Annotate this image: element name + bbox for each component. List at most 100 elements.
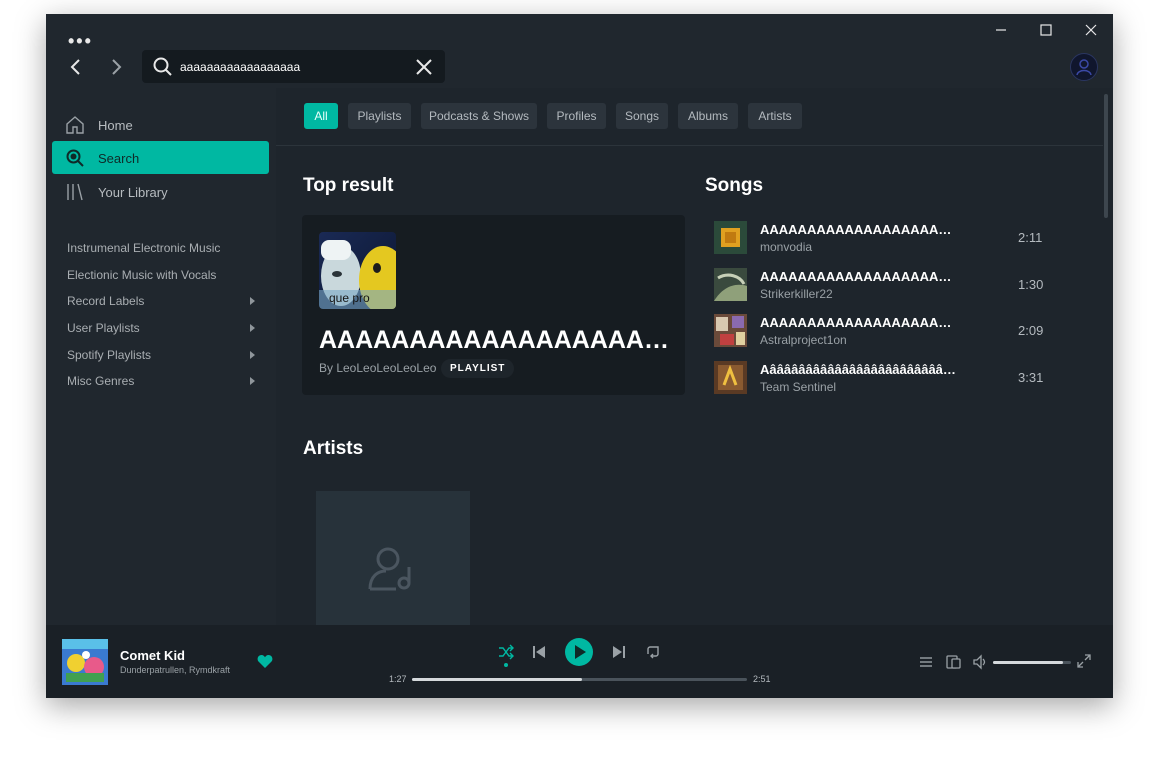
- minimize-icon[interactable]: [987, 20, 1015, 40]
- search-icon: [153, 57, 172, 76]
- search-input[interactable]: [180, 58, 400, 75]
- back-arrow-icon[interactable]: [66, 56, 86, 78]
- artist-card[interactable]: [316, 491, 470, 625]
- close-window-icon[interactable]: [1077, 20, 1105, 40]
- filter-chip-podcasts[interactable]: Podcasts & Shows: [421, 103, 537, 129]
- clear-search-icon[interactable]: [415, 58, 433, 76]
- sidebar: Home Search Your Library Instrumenal Ele…: [46, 88, 276, 625]
- top-result-heading: Top result: [303, 175, 394, 196]
- song-title[interactable]: Aâââââââââââââââââââââââââââââ: [760, 362, 956, 377]
- elapsed-time: 1:27: [389, 674, 407, 684]
- song-artist[interactable]: Astralproject1on: [760, 333, 847, 347]
- now-playing-cover: [62, 639, 108, 685]
- previous-track-icon[interactable]: [532, 645, 546, 659]
- sidebar-folder-item[interactable]: Misc Genres: [67, 371, 263, 391]
- fullscreen-icon[interactable]: [1077, 654, 1091, 668]
- sidebar-item-library[interactable]: Your Library: [52, 175, 269, 208]
- progress-bar[interactable]: [412, 678, 747, 681]
- song-row[interactable]: Aâââââââââââââââââââââââââââââ Team Sent…: [714, 361, 1054, 401]
- filter-chip-albums[interactable]: Albums: [678, 103, 738, 129]
- filter-chip-profiles[interactable]: Profiles: [547, 103, 606, 129]
- song-duration: 3:31: [1018, 370, 1044, 385]
- forward-arrow-icon[interactable]: [106, 56, 126, 78]
- queue-icon[interactable]: [919, 655, 933, 669]
- home-icon: [66, 116, 84, 134]
- folder-expand-icon[interactable]: [250, 297, 255, 305]
- sidebar-item-search[interactable]: Search: [52, 141, 269, 174]
- sidebar-playlist-label: Electionic Music with Vocals: [67, 268, 217, 282]
- folder-expand-icon[interactable]: [250, 377, 255, 385]
- progress-fill: [412, 678, 583, 681]
- shuffle-active-indicator: [504, 663, 508, 667]
- song-cover: [714, 314, 747, 347]
- song-title[interactable]: AAAAAAAAAAAAAAAAAAAAAAAAAAAAAA: [760, 222, 956, 237]
- main-content: All Playlists Podcasts & Shows Profiles …: [276, 88, 1113, 625]
- artist-placeholder-icon: [368, 547, 411, 591]
- scrollbar[interactable]: [1104, 94, 1108, 218]
- now-playing-bar: Comet Kid Dunderpatrullen, Rymdkraft 1:2…: [46, 625, 1113, 698]
- total-time: 2:51: [753, 674, 771, 684]
- volume-icon[interactable]: [972, 654, 988, 670]
- title-bar: •••: [46, 14, 1113, 88]
- song-cover: [714, 268, 747, 301]
- song-row[interactable]: AAAAAAAAAAAAAAAAAAAAAAAAAAAAAA Strikerki…: [714, 268, 1054, 308]
- app-window: ••• aaaaaaaaaaaaaaaaaa Home Search Your …: [46, 14, 1113, 698]
- play-button[interactable]: [565, 638, 593, 666]
- search-bar: [142, 50, 445, 83]
- now-playing-artist[interactable]: Dunderpatrullen, Rymdkraft: [120, 665, 230, 675]
- folder-expand-icon[interactable]: [250, 351, 255, 359]
- sidebar-playlist-label: Instrumenal Electronic Music: [67, 241, 221, 255]
- song-title[interactable]: AAAAAAAAAAAAAAAAAAAAAAAAAAAAAA: [760, 269, 956, 284]
- sidebar-folder-label: Spotify Playlists: [67, 348, 152, 362]
- top-result-type-badge: PLAYLIST: [441, 359, 515, 378]
- sidebar-item-label: Search: [98, 151, 140, 166]
- devices-icon[interactable]: [946, 654, 962, 670]
- top-result-card[interactable]: que pro AAAAAAAAAAAAAAAAAAAAAAAAAAAAAAA …: [302, 215, 685, 395]
- sidebar-folder-label: User Playlists: [67, 321, 140, 335]
- volume-slider[interactable]: [993, 661, 1071, 664]
- user-icon: [1076, 59, 1092, 76]
- song-artist[interactable]: Team Sentinel: [760, 380, 836, 394]
- playlist-cover: que pro: [319, 232, 396, 309]
- filter-chip-songs[interactable]: Songs: [616, 103, 668, 129]
- divider: [276, 145, 1103, 146]
- folder-expand-icon[interactable]: [250, 324, 255, 332]
- now-playing-title[interactable]: Comet Kid: [120, 648, 185, 663]
- song-artist[interactable]: monvodia: [760, 240, 812, 254]
- sidebar-item-home[interactable]: Home: [52, 108, 269, 141]
- song-duration: 1:30: [1018, 277, 1044, 292]
- sidebar-folder-item[interactable]: Spotify Playlists: [67, 345, 263, 365]
- heart-icon[interactable]: [257, 654, 273, 669]
- artists-heading: Artists: [303, 438, 364, 459]
- song-duration: 2:09: [1018, 323, 1044, 338]
- next-track-icon[interactable]: [612, 645, 626, 659]
- song-artist[interactable]: Strikerkiller22: [760, 287, 833, 301]
- song-cover: [714, 361, 747, 394]
- songs-heading: Songs: [705, 175, 764, 196]
- volume-fill: [993, 661, 1064, 664]
- sidebar-folder-label: Record Labels: [67, 294, 145, 308]
- top-result-title[interactable]: AAAAAAAAAAAAAAAAAAAAAAAAAAAAAAA: [319, 326, 671, 355]
- sidebar-folder-label: Misc Genres: [67, 374, 135, 388]
- song-title[interactable]: AAAAAAAAAAAAAAAAAAAAAAAAAAAAAA: [760, 315, 956, 330]
- filter-chip-artists[interactable]: Artists: [748, 103, 802, 129]
- top-result-owner[interactable]: By LeoLeoLeoLeoLeo: [319, 361, 436, 375]
- repeat-icon[interactable]: [645, 644, 661, 660]
- user-avatar[interactable]: [1070, 53, 1098, 81]
- maximize-icon[interactable]: [1032, 20, 1060, 40]
- sidebar-item-label: Home: [98, 118, 133, 133]
- sidebar-item-label: Your Library: [98, 185, 168, 200]
- search-icon: [66, 149, 84, 167]
- song-row[interactable]: AAAAAAAAAAAAAAAAAAAAAAAAAAAAAA Astralpro…: [714, 314, 1054, 354]
- more-options-icon[interactable]: •••: [68, 32, 93, 50]
- sidebar-folder-item[interactable]: Record Labels: [67, 291, 263, 311]
- sidebar-playlist-item[interactable]: Electionic Music with Vocals: [67, 265, 263, 285]
- cover-caption: que pro: [329, 291, 370, 305]
- library-icon: [67, 183, 83, 201]
- sidebar-playlist-item[interactable]: Instrumenal Electronic Music: [67, 238, 263, 258]
- filter-chip-playlists[interactable]: Playlists: [348, 103, 411, 129]
- song-row[interactable]: AAAAAAAAAAAAAAAAAAAAAAAAAAAAAA monvodia …: [714, 221, 1054, 261]
- filter-chip-all[interactable]: All: [304, 103, 338, 129]
- shuffle-icon[interactable]: [498, 644, 514, 660]
- sidebar-folder-item[interactable]: User Playlists: [67, 318, 263, 338]
